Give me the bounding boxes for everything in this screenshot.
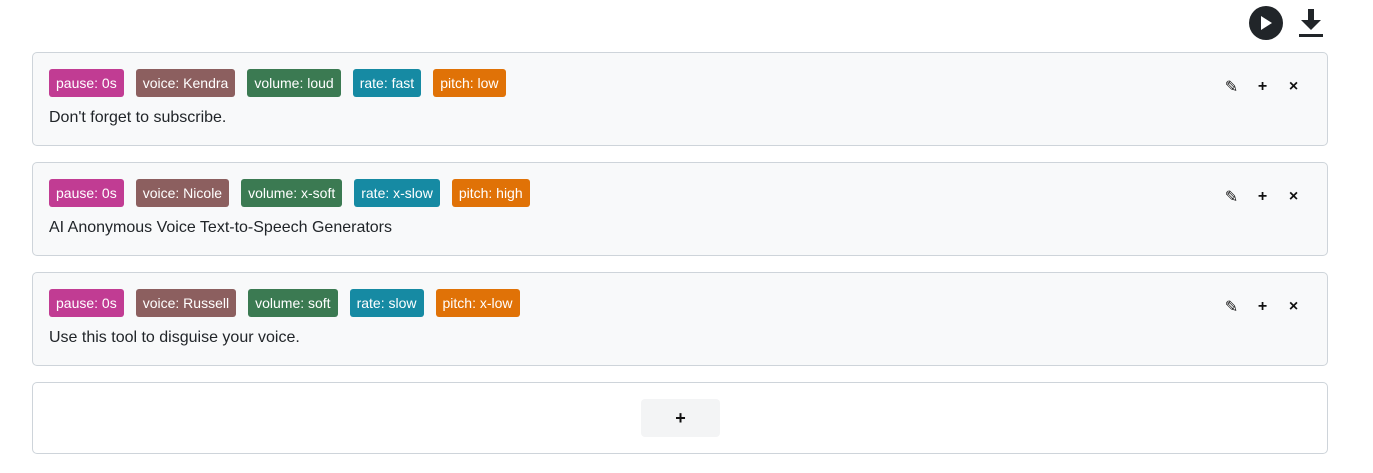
speech-block: pause: 0s voice: Kendra volume: loud rat… <box>32 52 1328 146</box>
block-list: pause: 0s voice: Kendra volume: loud rat… <box>32 52 1328 454</box>
edit-button[interactable]: ✎ <box>1220 187 1243 207</box>
speech-block: pause: 0s voice: Nicole volume: x-soft r… <box>32 162 1328 256</box>
rate-tag[interactable]: rate: fast <box>352 69 422 97</box>
voice-tag[interactable]: voice: Nicole <box>135 179 230 207</box>
add-block-button[interactable]: + <box>641 399 720 437</box>
pause-tag[interactable]: pause: 0s <box>49 289 124 317</box>
pitch-tag[interactable]: pitch: x-low <box>435 289 520 317</box>
tag-row: pause: 0s voice: Nicole volume: x-soft r… <box>49 179 530 207</box>
add-block-panel: + <box>32 382 1328 454</box>
play-icon <box>1261 16 1272 30</box>
block-text[interactable]: Don't forget to subscribe. <box>49 109 226 127</box>
voice-tag[interactable]: voice: Russell <box>135 289 237 317</box>
volume-tag[interactable]: volume: x-soft <box>241 179 343 207</box>
pencil-icon: ✎ <box>1224 189 1239 206</box>
play-button[interactable] <box>1249 6 1283 40</box>
add-after-button[interactable]: + <box>1251 187 1274 207</box>
edit-button[interactable]: ✎ <box>1220 77 1243 97</box>
pitch-tag[interactable]: pitch: high <box>451 179 530 207</box>
voice-tag[interactable]: voice: Kendra <box>135 69 236 97</box>
add-after-button[interactable]: + <box>1251 77 1274 97</box>
pencil-icon: ✎ <box>1224 79 1239 96</box>
pause-tag[interactable]: pause: 0s <box>49 69 124 97</box>
plus-icon: + <box>675 407 686 428</box>
volume-tag[interactable]: volume: loud <box>247 69 341 97</box>
delete-button[interactable]: × <box>1282 297 1305 317</box>
block-actions: ✎ + × <box>1220 77 1305 97</box>
block-text[interactable]: Use this tool to disguise your voice. <box>49 329 300 347</box>
block-actions: ✎ + × <box>1220 297 1305 317</box>
speech-block: pause: 0s voice: Russell volume: soft ra… <box>32 272 1328 366</box>
plus-icon: + <box>1257 188 1268 205</box>
tag-row: pause: 0s voice: Kendra volume: loud rat… <box>49 69 506 97</box>
plus-icon: + <box>1257 78 1268 95</box>
block-text[interactable]: AI Anonymous Voice Text-to-Speech Genera… <box>49 219 392 237</box>
tag-row: pause: 0s voice: Russell volume: soft ra… <box>49 289 520 317</box>
block-actions: ✎ + × <box>1220 187 1305 207</box>
plus-icon: + <box>1257 298 1268 315</box>
delete-button[interactable]: × <box>1282 77 1305 97</box>
pause-tag[interactable]: pause: 0s <box>49 179 124 207</box>
volume-tag[interactable]: volume: soft <box>248 289 338 317</box>
download-button[interactable] <box>1297 6 1325 40</box>
top-toolbar <box>1249 6 1325 40</box>
close-icon: × <box>1288 298 1299 315</box>
close-icon: × <box>1288 188 1299 205</box>
close-icon: × <box>1288 78 1299 95</box>
pitch-tag[interactable]: pitch: low <box>433 69 506 97</box>
rate-tag[interactable]: rate: slow <box>349 289 424 317</box>
rate-tag[interactable]: rate: x-slow <box>354 179 440 207</box>
add-after-button[interactable]: + <box>1251 297 1274 317</box>
delete-button[interactable]: × <box>1282 187 1305 207</box>
edit-button[interactable]: ✎ <box>1220 297 1243 317</box>
pencil-icon: ✎ <box>1224 299 1239 316</box>
download-icon <box>1299 9 1323 37</box>
